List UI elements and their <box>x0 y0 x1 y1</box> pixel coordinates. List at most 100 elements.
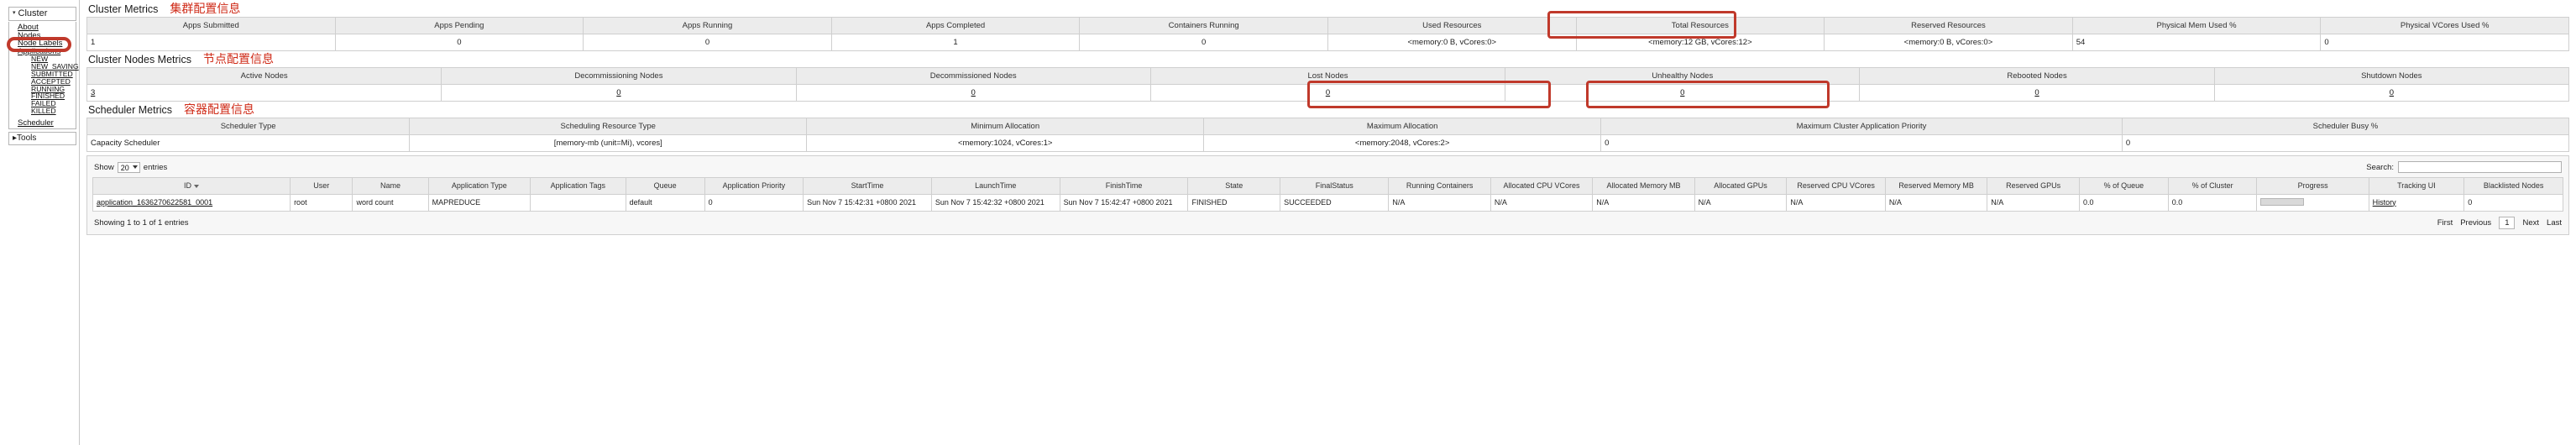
th-queue[interactable]: Queue <box>625 177 705 195</box>
td-tracking-ui[interactable]: History <box>2368 193 2465 212</box>
pagination-first[interactable]: First <box>2437 218 2453 228</box>
th-used-resources: Used Resources <box>1327 17 1577 34</box>
applications-panel-footer: Showing 1 to 1 of 1 entries First Previo… <box>92 212 2563 229</box>
sidebar-item-scheduler[interactable]: Scheduler <box>9 119 76 128</box>
progress-bar <box>2260 197 2305 206</box>
sidebar-cluster-header[interactable]: ▾ Cluster <box>8 7 76 21</box>
td-decommissioned-nodes[interactable]: 0 <box>795 84 1151 102</box>
th-percent-of-cluster[interactable]: % of Cluster <box>2167 177 2258 195</box>
th-reserved-cpu-vcores[interactable]: Reserved CPU VCores <box>1786 177 1886 195</box>
td-physical-mem-used: 54 <box>2071 34 2322 51</box>
th-name[interactable]: Name <box>352 177 429 195</box>
td-physical-vcores-used: 0 <box>2320 34 2569 51</box>
decommissioned-nodes-link[interactable]: 0 <box>971 88 976 97</box>
td-shutdown-nodes[interactable]: 0 <box>2213 84 2570 102</box>
th-state[interactable]: State <box>1187 177 1281 195</box>
table-header-row: Scheduler Type Scheduling Resource Type … <box>86 118 2570 135</box>
th-running-containers[interactable]: Running Containers <box>1388 177 1491 195</box>
td-scheduler-type: Capacity Scheduler <box>86 134 411 152</box>
sort-descending-icon <box>194 184 200 188</box>
entries-per-page-select[interactable]: 20 <box>117 161 140 173</box>
cluster-metrics-title: Cluster Metrics <box>88 3 159 15</box>
pagination-previous[interactable]: Previous <box>2460 218 2491 228</box>
th-minimum-allocation: Minimum Allocation <box>806 118 1205 135</box>
rebooted-nodes-link[interactable]: 0 <box>2034 88 2039 97</box>
th-finalstatus[interactable]: FinalStatus <box>1280 177 1390 195</box>
th-reserved-resources: Reserved Resources <box>1824 17 2073 34</box>
th-application-tags[interactable]: Application Tags <box>530 177 626 195</box>
th-max-cluster-app-priority: Maximum Cluster Application Priority <box>1600 118 2123 135</box>
unhealthy-nodes-link[interactable]: 0 <box>1680 88 1684 97</box>
th-starttime[interactable]: StartTime <box>803 177 932 195</box>
td-user: root <box>290 193 353 212</box>
th-active-nodes: Active Nodes <box>86 67 442 85</box>
table-row: application_1636270622581_0001 root word… <box>92 193 2563 212</box>
th-allocated-cpu-vcores[interactable]: Allocated CPU VCores <box>1490 177 1594 195</box>
th-launchtime[interactable]: LaunchTime <box>930 177 1060 195</box>
application-id-link[interactable]: application_1636270622581_0001 <box>97 198 212 207</box>
table-row: 1 0 0 1 0 <memory:0 B, vCores:0> <memory… <box>86 34 2569 51</box>
th-tracking-ui[interactable]: Tracking UI <box>2368 177 2465 195</box>
active-nodes-link[interactable]: 3 <box>91 88 95 97</box>
node-metrics-title: Cluster Nodes Metrics <box>88 54 191 65</box>
sidebar-state-killed[interactable]: KILLED <box>9 107 76 115</box>
th-reserved-memory-mb[interactable]: Reserved Memory MB <box>1884 177 1988 195</box>
table-row: Capacity Scheduler [memory-mb (unit=Mi),… <box>86 134 2570 152</box>
th-finishtime[interactable]: FinishTime <box>1059 177 1189 195</box>
scheduler-metrics-title: Scheduler Metrics <box>88 104 173 116</box>
th-allocated-gpus[interactable]: Allocated GPUs <box>1694 177 1788 195</box>
th-rebooted-nodes: Rebooted Nodes <box>1859 67 2215 85</box>
td-active-nodes[interactable]: 3 <box>86 84 442 102</box>
td-apps-completed: 1 <box>830 34 1081 51</box>
th-unhealthy-nodes: Unhealthy Nodes <box>1505 67 1861 85</box>
td-apps-submitted: 1 <box>86 34 336 51</box>
pagination: First Previous 1 Next Last <box>2437 217 2562 229</box>
pagination-next[interactable]: Next <box>2522 218 2539 228</box>
th-allocated-memory-mb[interactable]: Allocated Memory MB <box>1592 177 1695 195</box>
td-rebooted-nodes[interactable]: 0 <box>1859 84 2215 102</box>
table-header-row: Apps Submitted Apps Pending Apps Running… <box>86 17 2569 34</box>
lost-nodes-link[interactable]: 0 <box>1326 88 1330 97</box>
td-unhealthy-nodes[interactable]: 0 <box>1505 84 1861 102</box>
sidebar-cluster-label: Cluster <box>18 8 48 18</box>
td-application-tags <box>530 193 626 212</box>
scheduler-metrics-title-row: Scheduler Metrics 容器配置信息 <box>86 104 2569 118</box>
td-finishtime: Sun Nov 7 15:42:47 +0800 2021 <box>1059 193 1189 212</box>
th-apps-pending: Apps Pending <box>334 17 584 34</box>
td-launchtime: Sun Nov 7 15:42:32 +0800 2021 <box>930 193 1060 212</box>
th-application-type[interactable]: Application Type <box>427 177 531 195</box>
applications-panel-toolbar: Show 20 entries Search: <box>92 160 2563 177</box>
th-decommissioning-nodes: Decommissioning Nodes <box>441 67 797 85</box>
search-input[interactable] <box>2398 161 2562 173</box>
th-progress[interactable]: Progress <box>2256 177 2369 195</box>
decommissioning-nodes-link[interactable]: 0 <box>616 88 620 97</box>
td-starttime: Sun Nov 7 15:42:31 +0800 2021 <box>803 193 932 212</box>
tracking-ui-link[interactable]: History <box>2373 198 2396 207</box>
th-decommissioned-nodes: Decommissioned Nodes <box>795 67 1151 85</box>
td-decommissioning-nodes[interactable]: 0 <box>441 84 797 102</box>
td-reserved-resources: <memory:0 B, vCores:0> <box>1824 34 2073 51</box>
th-physical-vcores-used: Physical VCores Used % <box>2320 17 2569 34</box>
entries-per-page-value: 20 <box>120 163 129 172</box>
td-scheduler-busy: 0 <box>2121 134 2570 152</box>
pagination-current-page[interactable]: 1 <box>2499 217 2516 229</box>
pagination-last[interactable]: Last <box>2547 218 2562 228</box>
th-user[interactable]: User <box>290 177 353 195</box>
td-state: FINISHED <box>1187 193 1281 212</box>
td-percent-of-cluster: 0.0 <box>2167 193 2258 212</box>
th-id[interactable]: ID <box>92 177 291 195</box>
chevron-down-icon: ▾ <box>13 10 16 17</box>
td-reserved-memory-mb: N/A <box>1884 193 1988 212</box>
shutdown-nodes-link[interactable]: 0 <box>2390 88 2394 97</box>
td-blacklisted-nodes: 0 <box>2463 193 2563 212</box>
th-apps-completed: Apps Completed <box>830 17 1081 34</box>
td-id[interactable]: application_1636270622581_0001 <box>92 193 291 212</box>
th-blacklisted-nodes[interactable]: Blacklisted Nodes <box>2463 177 2563 195</box>
cluster-metrics-table: Apps Submitted Apps Pending Apps Running… <box>86 17 2569 51</box>
sidebar-tools-header[interactable]: ▸Tools <box>8 132 76 146</box>
td-lost-nodes[interactable]: 0 <box>1149 84 1506 102</box>
th-percent-of-queue[interactable]: % of Queue <box>2078 177 2169 195</box>
th-application-priority[interactable]: Application Priority <box>704 177 804 195</box>
th-reserved-gpus[interactable]: Reserved GPUs <box>1987 177 2080 195</box>
sidebar: ▾ Cluster About Nodes Node Labels Applica… <box>0 0 80 445</box>
